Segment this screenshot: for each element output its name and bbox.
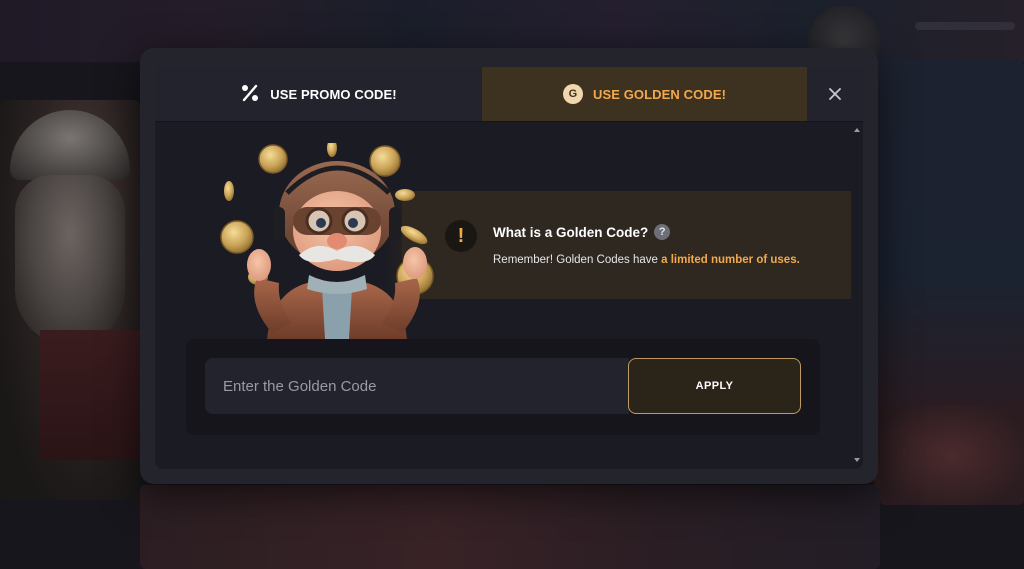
info-description-text: Remember! Golden Codes have [493,254,662,266]
golden-coin-icon: G [562,84,583,104]
background-santa-face [15,175,125,345]
background-game-tile-bottom [140,485,880,569]
tab-divider [155,121,863,122]
scroll-up-icon[interactable] [854,127,860,133]
background-header-text [915,22,1015,30]
golden-code-input[interactable] [205,358,629,414]
apply-button[interactable]: APPLY [628,358,801,414]
percent-icon [240,83,260,106]
modal-scrollbar[interactable] [851,123,863,469]
tab-golden-code-label: USE GOLDEN CODE! [592,86,727,102]
golden-code-form: APPLY [186,339,820,435]
tab-golden-code[interactable]: G USE GOLDEN CODE! [482,67,807,121]
golden-code-modal: USE PROMO CODE! G USE GOLDEN CODE! ! Wha… [155,67,863,469]
close-button[interactable] [807,67,863,121]
scroll-down-icon[interactable] [854,457,860,463]
help-icon[interactable]: ? [654,224,671,240]
modal-tabs: USE PROMO CODE! G USE GOLDEN CODE! [155,67,863,121]
info-description-highlight: a limited number of uses. [661,254,800,266]
info-title: What is a Golden Code? ? [493,224,671,240]
mascot-illustration [220,143,434,339]
info-title-text: What is a Golden Code? [493,224,649,240]
close-icon [829,88,841,100]
background-santa-coat [40,330,140,460]
tab-promo-code-label: USE PROMO CODE! [270,86,397,102]
background-game-tile-right-bottom [880,405,1024,505]
warning-icon: ! [445,220,477,252]
tab-promo-code[interactable]: USE PROMO CODE! [155,67,482,121]
info-description: Remember! Golden Codes have a limited nu… [493,254,800,266]
